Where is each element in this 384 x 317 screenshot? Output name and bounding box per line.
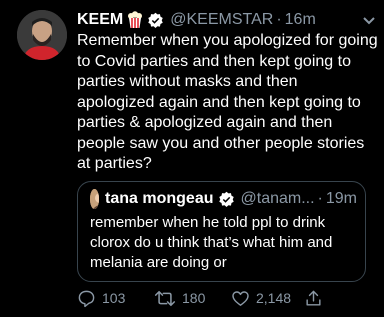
quoted-author-handle: @tanam... xyxy=(240,190,315,207)
like-count: 2,148 xyxy=(256,290,292,306)
popcorn-icon xyxy=(127,11,143,29)
verified-badge-icon xyxy=(147,12,164,29)
separator-dot: · xyxy=(276,11,282,28)
retweet-button[interactable]: 180 xyxy=(154,288,205,308)
avatar-image xyxy=(17,10,67,60)
chevron-down-icon[interactable] xyxy=(362,13,376,25)
separator-dot: · xyxy=(317,190,323,207)
reply-count: 103 xyxy=(102,290,126,306)
reply-icon xyxy=(78,290,95,307)
reply-button[interactable]: 103 xyxy=(77,288,125,308)
retweet-icon xyxy=(154,290,176,306)
quoted-tweet-text: remember when he told ppl to drink cloro… xyxy=(90,214,333,271)
tweet-text: Remember when you apologized for going t… xyxy=(77,32,378,172)
author-handle[interactable]: @KEEMSTAR xyxy=(170,9,273,31)
quoted-tweet-header: tana mongeau @tanam... · 19m xyxy=(90,188,357,210)
quoted-author-display-name: tana mongeau xyxy=(105,190,214,207)
quoted-author-avatar xyxy=(90,189,100,209)
share-button[interactable] xyxy=(304,288,329,308)
verified-badge-icon xyxy=(218,191,235,208)
heart-icon xyxy=(232,290,249,306)
quoted-tweet-timestamp: 19m xyxy=(325,190,357,207)
retweet-count: 180 xyxy=(182,290,206,306)
like-button[interactable]: 2,148 xyxy=(231,288,291,308)
quoted-tweet[interactable]: tana mongeau @tanam... · 19m remember wh… xyxy=(77,181,366,282)
tweet-timestamp[interactable]: 16m xyxy=(285,9,316,31)
tweet-header: KEEM @KEEMSTAR · 16m xyxy=(77,9,376,31)
author-display-name[interactable]: KEEM xyxy=(77,9,123,31)
share-icon xyxy=(306,290,321,306)
author-avatar[interactable] xyxy=(17,10,67,60)
tweet-actions: 103 180 2,148 xyxy=(77,288,377,308)
